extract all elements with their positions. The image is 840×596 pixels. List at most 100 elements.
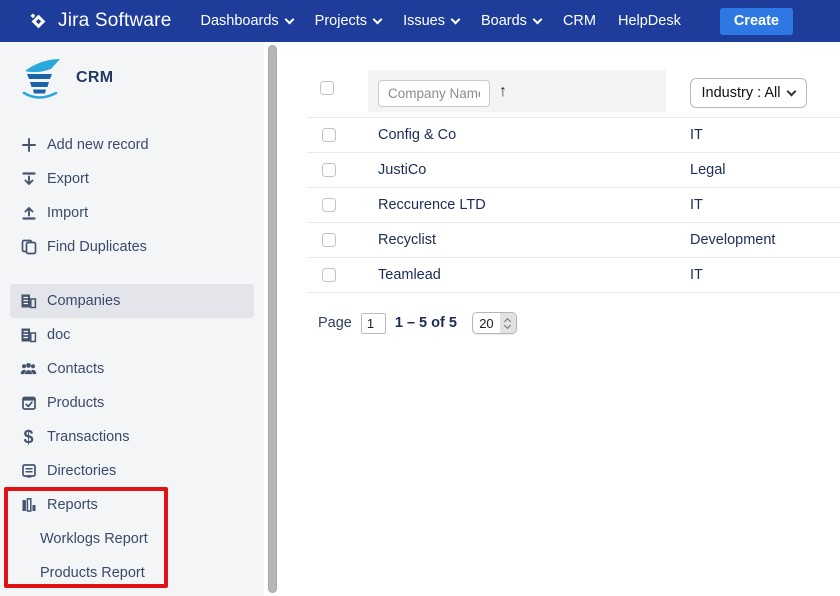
dollar-icon: $ [20,428,37,446]
crm-app-title: CRM [76,69,113,87]
menu-label: Projects [315,13,367,29]
plus-icon [20,137,37,153]
sidebar: CRM Add new record Export Import Find [0,42,264,596]
row-checkbox[interactable] [322,233,336,247]
page-label: Page [318,315,352,331]
row-checkbox[interactable] [322,268,336,282]
menu-label: Boards [481,13,527,29]
menu-label: Issues [403,13,445,29]
vertical-scrollbar[interactable] [266,42,279,596]
sidebar-item-products[interactable]: Products [0,386,264,420]
sidebar-item-export[interactable]: Export [0,162,264,196]
menu-label: CRM [563,13,596,29]
companies-table-body: Config & Co IT JustiCo Legal Reccurence … [307,117,840,293]
bar-chart-icon [20,497,37,513]
building-icon [20,327,37,343]
app-window: Jira Software Dashboards Projects Issues… [0,0,840,596]
sidebar-item-import[interactable]: Import [0,196,264,230]
table-row: Teamlead IT [307,258,840,293]
product-box-icon [20,395,37,411]
industry-cell: Development [690,232,775,248]
jira-logo-icon [28,11,49,32]
top-navbar: Jira Software Dashboards Projects Issues… [0,0,840,42]
industry-cell: IT [690,267,703,283]
sidebar-item-products-report[interactable]: Products Report [0,556,264,590]
chevron-down-icon [284,14,294,24]
sidebar-item-companies[interactable]: Companies [0,284,264,318]
menu-crm[interactable]: CRM [552,13,607,29]
sidebar-item-transactions[interactable]: $ Transactions [0,420,264,454]
sidebar-item-label: Import [47,205,88,221]
industry-filter-dropdown[interactable]: Industry : All [690,78,807,108]
row-checkbox[interactable] [322,128,336,142]
menu-projects[interactable]: Projects [304,13,392,29]
company-name-filter-input[interactable] [378,80,490,107]
select-all-checkbox[interactable] [320,81,334,95]
building-icon [20,293,37,309]
sidebar-item-add-new-record[interactable]: Add new record [0,128,264,162]
company-name-cell[interactable]: Reccurence LTD [378,197,486,213]
export-icon [20,171,37,187]
sidebar-item-label: Products [47,395,104,411]
menu-dashboards[interactable]: Dashboards [189,13,303,29]
row-checkbox[interactable] [322,163,336,177]
industry-cell: Legal [690,162,725,178]
crm-app-header[interactable]: CRM [16,56,113,100]
chevron-down-icon [787,87,797,97]
menu-issues[interactable]: Issues [392,13,470,29]
sidebar-item-directories[interactable]: Directories [0,454,264,488]
company-name-cell[interactable]: Recyclist [378,232,436,248]
sort-ascending-icon[interactable]: ↑ [499,83,507,101]
sidebar-item-label: Find Duplicates [47,239,147,255]
page-size-value: 20 [473,316,500,331]
table-row: Config & Co IT [307,118,840,153]
sidebar-item-contacts[interactable]: Contacts [0,352,264,386]
sidebar-item-label: Companies [47,293,120,309]
brand-title: Jira Software [58,10,171,32]
industry-cell: IT [690,197,703,213]
pagination-bar: Page 1 – 5 of 5 20 [318,310,517,336]
table-row: Recyclist Development [307,223,840,258]
people-icon [20,361,37,377]
company-name-cell[interactable]: Teamlead [378,267,441,283]
import-icon [20,205,37,221]
industry-cell: IT [690,127,703,143]
company-name-cell[interactable]: Config & Co [378,127,456,143]
chevron-down-icon [451,14,461,24]
menu-label: HelpDesk [618,13,681,29]
sidebar-item-label: Directories [47,463,116,479]
sidebar-item-reports[interactable]: Reports [0,488,264,522]
results-range-text: 1 – 5 of 5 [395,315,457,331]
sidebar-item-label: Add new record [47,137,149,153]
row-checkbox[interactable] [322,198,336,212]
create-button[interactable]: Create [720,8,793,35]
scrollbar-thumb[interactable] [268,45,277,593]
crm-logo-icon [16,56,62,100]
sidebar-item-label: Contacts [47,361,104,377]
menu-helpdesk[interactable]: HelpDesk [607,13,692,29]
chevron-down-icon [373,14,383,24]
sidebar-item-worklogs-report[interactable]: Worklogs Report [0,522,264,556]
sidebar-item-find-duplicates[interactable]: Find Duplicates [0,230,264,264]
page-number-input[interactable] [361,313,386,334]
duplicates-icon [20,239,37,255]
stepper-arrows-icon [500,313,516,333]
sidebar-item-label: Transactions [47,429,129,445]
sidebar-item-label: doc [47,327,70,343]
menu-label: Dashboards [200,13,278,29]
sidebar-item-label: Worklogs Report [40,531,148,547]
sidebar-item-label: Products Report [40,565,145,581]
table-row: JustiCo Legal [307,153,840,188]
directory-icon [20,463,37,479]
jira-brand[interactable]: Jira Software [28,10,171,32]
chevron-down-icon [532,14,542,24]
page-size-select[interactable]: 20 [472,312,517,334]
main-menu: Dashboards Projects Issues Boards CRM He… [189,13,691,29]
menu-boards[interactable]: Boards [470,13,552,29]
table-row: Reccurence LTD IT [307,188,840,223]
industry-filter-label: Industry : All [702,85,781,101]
sidebar-item-doc[interactable]: doc [0,318,264,352]
company-name-cell[interactable]: JustiCo [378,162,426,178]
sidebar-item-label: Reports [47,497,98,513]
sidebar-item-label: Export [47,171,89,187]
